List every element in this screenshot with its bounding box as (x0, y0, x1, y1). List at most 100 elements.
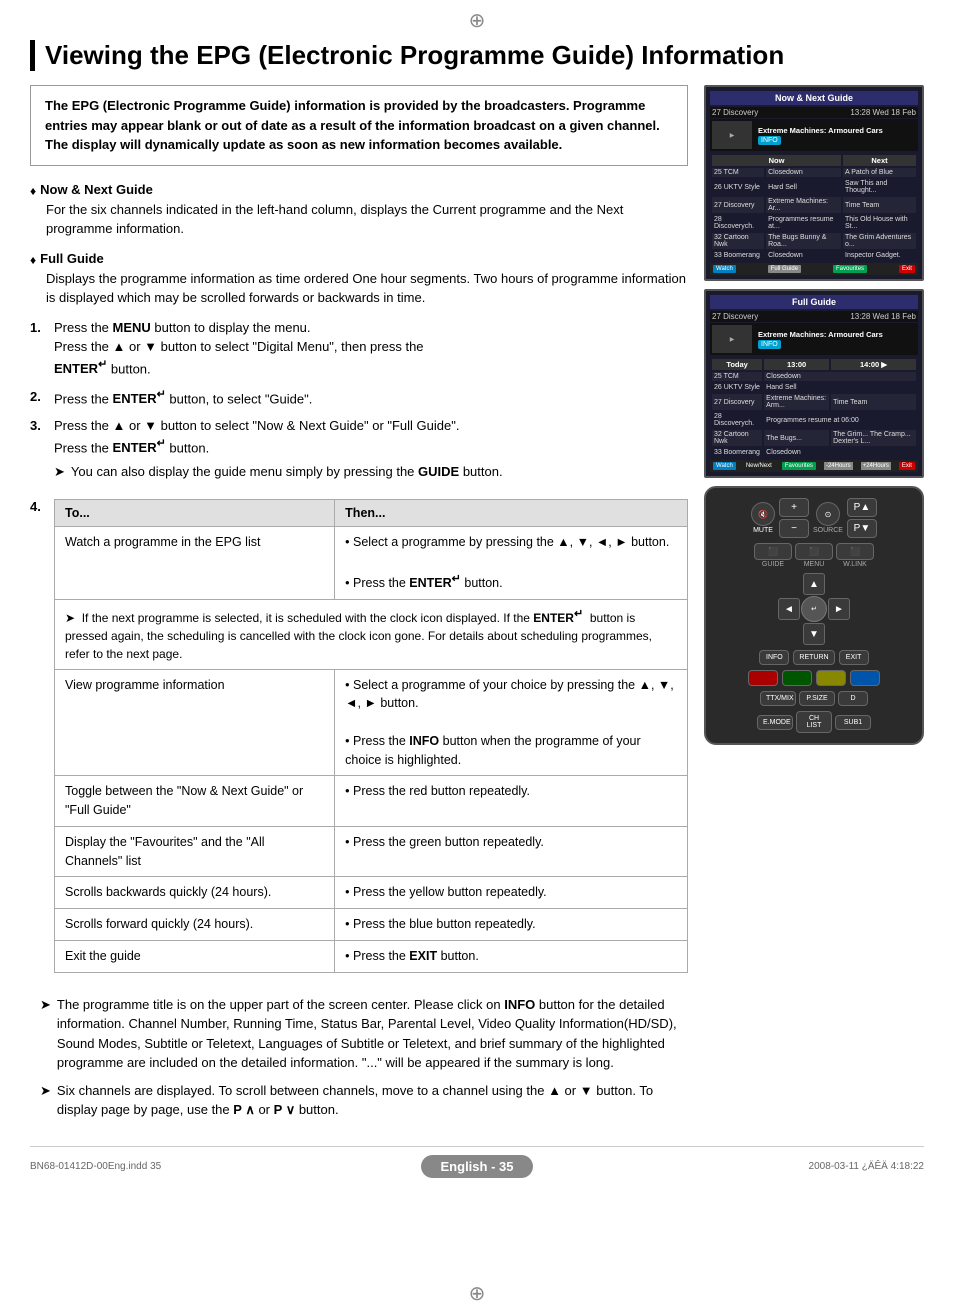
exit-btn-full: Exit (899, 462, 915, 470)
step-2-number: 2. (30, 387, 46, 409)
vol-down-button[interactable]: − (779, 519, 809, 538)
full-guide-program-text: Extreme Machines: Armoured Cars INFO (758, 330, 883, 348)
table-cell-to-exit: Exit the guide (55, 940, 335, 972)
vol-up-button[interactable]: + (779, 498, 809, 517)
footer-left: BN68-01412D-00Eng.indd 35 (30, 1161, 161, 1172)
dpad-left-button[interactable]: ◄ (778, 598, 800, 620)
wlink-label: W.LINK (843, 561, 867, 568)
step-1-content: Press the MENU button to display the men… (54, 318, 688, 379)
remote-color-row (748, 670, 880, 686)
ch-up-button[interactable]: P▲ (847, 498, 877, 517)
dpad-right-button[interactable]: ► (828, 598, 850, 620)
source-button[interactable]: ⊙ (816, 502, 840, 526)
step-2: 2. Press the ENTER↵ button, to select "G… (30, 387, 688, 409)
bottom-notes: ➤ The programme title is on the upper pa… (30, 995, 688, 1120)
bullet-full-guide: Full Guide Displays the programme inform… (30, 249, 688, 308)
return-btn[interactable]: RETURN (793, 650, 834, 665)
table-row: Exit the guide • Press the EXIT button. (55, 940, 688, 972)
dpad-enter-button[interactable]: ↵ (801, 596, 827, 622)
full-guide-bottom-bar: Watch New/Next Favourites -24Hours +24Ho… (710, 460, 918, 472)
col-1300: 13:00 (764, 359, 829, 370)
full-guide-time: 13:28 Wed 18 Feb (850, 312, 916, 321)
compass-top-icon: ⊕ (469, 8, 486, 33)
table-note-cell: ➤ If the next programme is selected, it … (55, 599, 688, 669)
table-row-note: ➤ If the next programme is selected, it … (55, 599, 688, 669)
bottom-note-2: ➤ Six channels are displayed. To scroll … (40, 1081, 688, 1120)
full-guide-program-title: Extreme Machines: Armoured Cars (758, 330, 883, 339)
yellow-button[interactable] (816, 670, 846, 686)
d-button[interactable]: D (838, 691, 868, 706)
table-cell-then-scroll-fwd: • Press the blue button repeatedly. (335, 909, 688, 941)
table-header-then: Then... (335, 500, 688, 527)
sub1-button[interactable]: SUB1 (835, 715, 871, 730)
step-3-number: 3. (30, 416, 46, 487)
chlist-button[interactable]: CH LIST (796, 711, 832, 733)
intro-box: The EPG (Electronic Programme Guide) inf… (30, 85, 688, 166)
full-guide-header: 27 Discovery 13:28 Wed 18 Feb (710, 311, 918, 322)
mute-button[interactable]: 🔇 (751, 502, 775, 526)
page-title: Viewing the EPG (Electronic Programme Gu… (30, 40, 924, 71)
table-row: Toggle between the "Now & Next Guide" or… (55, 776, 688, 827)
now-next-header: 27 Discovery 13:28 Wed 18 Feb (710, 107, 918, 118)
dpad-up-button[interactable]: ▲ (803, 573, 825, 595)
table-cell-to-scroll-back: Scrolls backwards quickly (24 hours). (55, 877, 335, 909)
main-content: The EPG (Electronic Programme Guide) inf… (30, 85, 924, 1125)
table-cell-to-fav: Display the "Favourites" and the "All Ch… (55, 826, 335, 877)
table-header-to: To... (55, 500, 335, 527)
favourites-button: Favourites (833, 265, 867, 273)
full-guide-channel: 27 Discovery (712, 312, 758, 321)
table-row: 28 Discoverych.Programmes resume at...Th… (712, 215, 916, 231)
bullet-now-next: Now & Next Guide For the six channels in… (30, 180, 688, 239)
blue-button[interactable] (850, 670, 880, 686)
info-btn[interactable]: INFO (759, 650, 789, 665)
col-ch: Now (712, 155, 841, 166)
table-row: 25 TCMClosedownA Patch of Blue (712, 168, 916, 177)
now-next-program: ▶ Extreme Machines: Armoured Cars INFO (710, 119, 918, 151)
footer-right: 2008-03-11 ¿ÄÊÄ 4:18:22 (809, 1161, 924, 1172)
table-cell-then-scroll-back: • Press the yellow button repeatedly. (335, 877, 688, 909)
remote-info-row: INFO RETURN EXIT (759, 650, 868, 665)
full-guide-screen-title: Full Guide (710, 295, 918, 309)
red-button[interactable] (748, 670, 778, 686)
steps-container: 1. Press the MENU button to display the … (30, 318, 688, 487)
info-button-full: INFO (758, 340, 781, 349)
table-row: Scrolls forward quickly (24 hours). • Pr… (55, 909, 688, 941)
remote-middle-row: ⬛ GUIDE ⬛ MENU ⬛ W.LINK (754, 543, 874, 568)
table-cell-to-toggle: Toggle between the "Now & Next Guide" or… (55, 776, 335, 827)
dpad-down-button[interactable]: ▼ (803, 623, 825, 645)
green-button[interactable] (782, 670, 812, 686)
menu-button[interactable]: ⬛ (795, 543, 833, 560)
footer-badge: English - 35 (421, 1155, 534, 1178)
info-button: INFO (758, 136, 781, 145)
table-row: 32 Cartoon NwkThe Bugs...The Grim... The… (712, 430, 916, 446)
table-row: View programme information • Select a pr… (55, 669, 688, 776)
exit-btn-remote[interactable]: EXIT (839, 650, 869, 665)
step-4-number: 4. (30, 499, 46, 514)
arrow-icon-note2: ➤ (40, 1081, 51, 1120)
full-guide-table: Today 13:00 14:00 ▶ 25 TCMClosedown 26 U… (710, 357, 918, 459)
exit-button: Exit (899, 265, 915, 273)
table-row: 32 Cartoon NwkThe Bugs Bunny & Roa...The… (712, 233, 916, 249)
table-cell-then-toggle: • Press the red button repeatedly. (335, 776, 688, 827)
psize-button[interactable]: P.SIZE (799, 691, 835, 706)
arrow-icon-step3: ➤ (54, 462, 65, 482)
bottom-note-1: ➤ The programme title is on the upper pa… (40, 995, 688, 1073)
right-column: Now & Next Guide 27 Discovery 13:28 Wed … (704, 85, 924, 1125)
guide-button[interactable]: ⬛ (754, 543, 792, 560)
table-row: 27 DiscoveryExtreme Machines: Ar...Time … (712, 197, 916, 213)
step-1-number: 1. (30, 318, 46, 379)
fav-btn-full: Favourites (782, 462, 816, 470)
full-guide-button: Full Guide (768, 265, 801, 273)
page-footer: BN68-01412D-00Eng.indd 35 English - 35 2… (30, 1146, 924, 1178)
table-row: 33 BoomerangClosedown (712, 448, 916, 457)
table-cell-to-watch: Watch a programme in the EPG list (55, 527, 335, 599)
page-container: ⊕ Viewing the EPG (Electronic Programme … (0, 0, 954, 1314)
compass-bottom-icon: ⊕ (469, 1281, 486, 1306)
full-guide-screen: Full Guide 27 Discovery 13:28 Wed 18 Feb… (704, 289, 924, 478)
emode-button[interactable]: E.MODE (757, 715, 793, 730)
ttxmix-button[interactable]: TTX/MIX (760, 691, 796, 706)
wlink-button[interactable]: ⬛ (836, 543, 874, 560)
ch-down-button[interactable]: P▼ (847, 519, 877, 538)
col-1400: 14:00 ▶ (831, 359, 916, 370)
now-next-thumbnail: ▶ (712, 121, 752, 149)
